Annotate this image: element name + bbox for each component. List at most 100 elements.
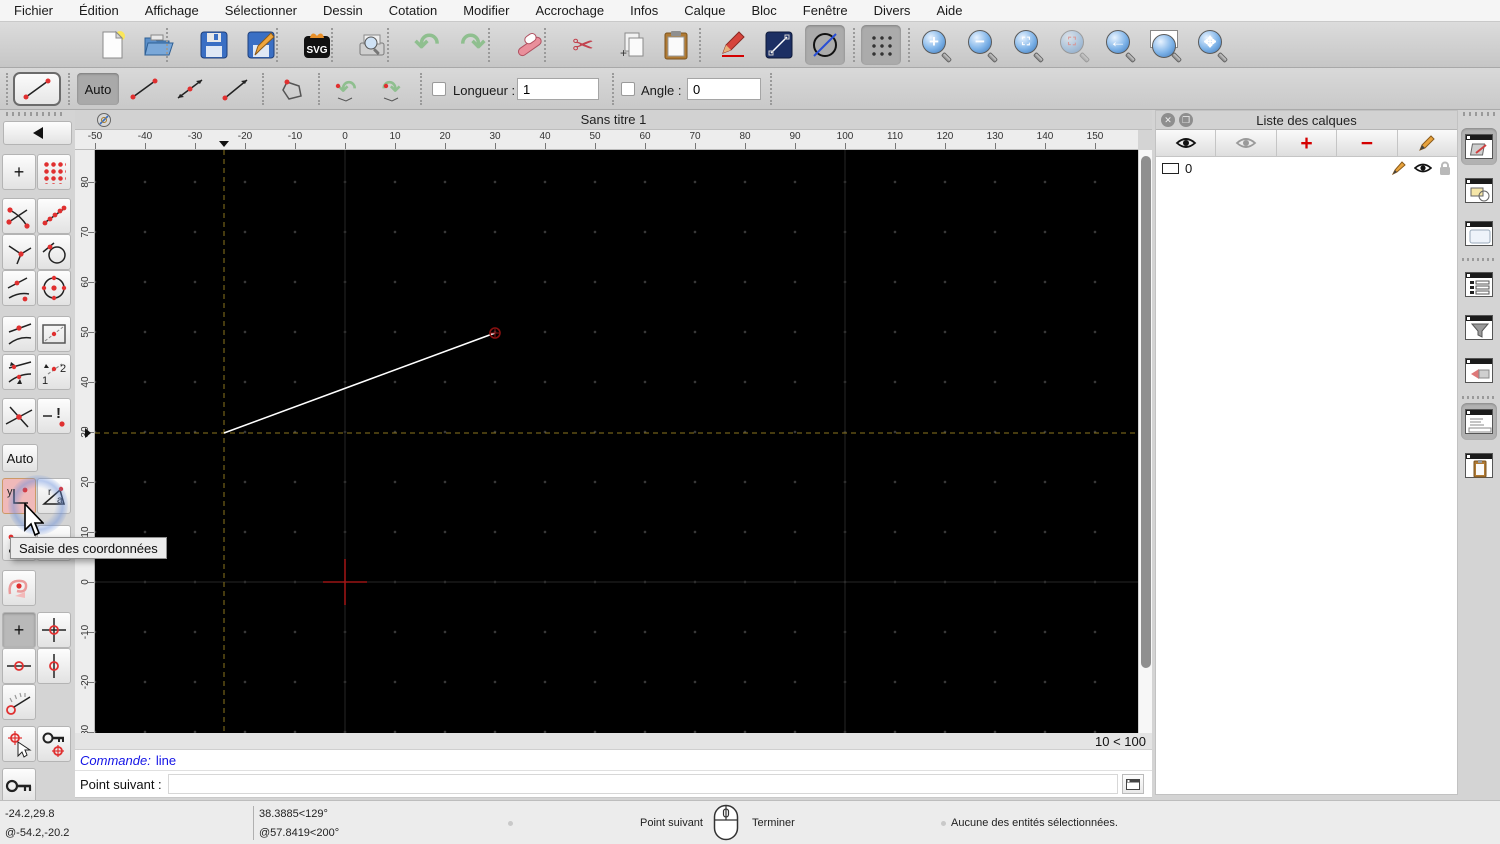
show-all-layers-button[interactable] bbox=[1156, 130, 1217, 156]
back-button[interactable] bbox=[3, 121, 72, 145]
snap-intersection-manual-button[interactable]: ! bbox=[37, 398, 71, 434]
menu-edition[interactable]: Édition bbox=[79, 3, 119, 18]
print-preview-button[interactable] bbox=[352, 25, 392, 65]
length-checkbox[interactable] bbox=[432, 82, 446, 96]
menu-aide[interactable]: Aide bbox=[936, 3, 962, 18]
menu-modifier[interactable]: Modifier bbox=[463, 3, 509, 18]
two-points-line-button[interactable] bbox=[123, 73, 165, 105]
restrict-entity-button[interactable] bbox=[2, 570, 36, 606]
lock-layer-button[interactable] bbox=[2, 768, 36, 804]
menu-bloc[interactable]: Bloc bbox=[751, 3, 776, 18]
drawing-canvas[interactable] bbox=[95, 150, 1138, 733]
angle-input[interactable] bbox=[687, 78, 761, 100]
snap-grid-button[interactable] bbox=[37, 154, 71, 190]
clipboard-dock-button[interactable] bbox=[1461, 447, 1497, 484]
draw-pen-button[interactable] bbox=[713, 25, 753, 65]
zoom-out-button[interactable]: − bbox=[963, 25, 1003, 65]
length-input[interactable] bbox=[517, 78, 599, 100]
save-as-button[interactable] bbox=[241, 25, 281, 65]
hide-all-layers-button[interactable] bbox=[1216, 130, 1277, 156]
command-widget-dock-button[interactable] bbox=[1461, 403, 1497, 440]
snap-middle-button[interactable] bbox=[2, 316, 36, 352]
snap-tangent-button[interactable] bbox=[37, 234, 71, 270]
new-file-button[interactable] bbox=[93, 25, 133, 65]
menu-accrochage[interactable]: Accrochage bbox=[535, 3, 604, 18]
menu-divers[interactable]: Divers bbox=[874, 3, 911, 18]
cut-button[interactable]: ✂ bbox=[563, 25, 603, 65]
entity-list-dock-button[interactable] bbox=[1461, 266, 1497, 303]
document-title-bar[interactable]: Sans titre 1 bbox=[75, 110, 1152, 130]
zoom-selected-button[interactable]: ⛶ bbox=[1055, 25, 1095, 65]
draft-mode-button[interactable] bbox=[805, 25, 845, 65]
zoom-in-button[interactable]: + bbox=[917, 25, 957, 65]
line-both-directions-button[interactable] bbox=[169, 73, 211, 105]
restrict-orthogonal-button[interactable] bbox=[37, 612, 71, 648]
auto-mode-button[interactable]: Auto bbox=[77, 73, 119, 105]
zoom-window-button[interactable] bbox=[1147, 25, 1187, 65]
menu-infos[interactable]: Infos bbox=[630, 3, 658, 18]
snap-center-button[interactable] bbox=[37, 270, 71, 306]
layer-color-swatch[interactable] bbox=[1162, 162, 1179, 174]
layer-edit-button[interactable] bbox=[1391, 160, 1407, 176]
entity-filter-dock-button[interactable] bbox=[1461, 309, 1497, 346]
redo-segment-button[interactable]: ↷ bbox=[372, 73, 414, 105]
add-layer-button[interactable]: + bbox=[1277, 130, 1338, 156]
snap-endpoint-button[interactable] bbox=[2, 198, 36, 234]
dock-handle[interactable] bbox=[1463, 112, 1495, 116]
ray-line-button[interactable] bbox=[215, 73, 257, 105]
menu-selectionner[interactable]: Sélectionner bbox=[225, 3, 297, 18]
snap-relative-button[interactable]: 12 bbox=[37, 354, 71, 390]
snap-intersection-button[interactable] bbox=[2, 398, 36, 434]
remove-layer-button[interactable]: − bbox=[1337, 130, 1398, 156]
menu-dessin[interactable]: Dessin bbox=[323, 3, 363, 18]
layer-lock-button[interactable] bbox=[1439, 161, 1451, 176]
undo-segment-button[interactable]: ↶ bbox=[326, 73, 368, 105]
block-list-dock-button[interactable] bbox=[1461, 172, 1497, 209]
save-button[interactable] bbox=[194, 25, 234, 65]
snap-on-entity-button[interactable] bbox=[37, 198, 71, 234]
layer-visibility-button[interactable] bbox=[1414, 162, 1432, 174]
restrict-nothing-button[interactable]: + bbox=[2, 612, 36, 648]
menu-calque[interactable]: Calque bbox=[684, 3, 725, 18]
menu-fichier[interactable]: Fichier bbox=[14, 3, 53, 18]
grid-toggle-button[interactable] bbox=[861, 25, 901, 65]
snap-free-button[interactable]: + bbox=[2, 154, 36, 190]
line-tool-button[interactable] bbox=[759, 25, 799, 65]
dock-handle[interactable] bbox=[6, 112, 66, 116]
restrict-vertical-button[interactable] bbox=[37, 648, 71, 684]
snap-perpendicular-button[interactable] bbox=[2, 234, 36, 270]
set-relative-zero-button[interactable] bbox=[2, 726, 36, 762]
redo-button[interactable]: ↷ bbox=[453, 25, 493, 65]
paste-button[interactable] bbox=[656, 25, 696, 65]
lock-relative-zero-button[interactable] bbox=[37, 726, 71, 762]
snap-auto-button[interactable]: Auto bbox=[2, 444, 38, 472]
selection-filter-dock-button[interactable] bbox=[1461, 352, 1497, 389]
snap-reference-button[interactable] bbox=[37, 316, 71, 352]
angle-checkbox[interactable] bbox=[621, 82, 635, 96]
snap-nearest-button[interactable] bbox=[2, 270, 36, 306]
edit-layer-button[interactable] bbox=[1398, 130, 1457, 156]
scrollbar-thumb[interactable] bbox=[1141, 156, 1151, 668]
polyline-button[interactable] bbox=[272, 73, 314, 105]
menu-fenetre[interactable]: Fenêtre bbox=[803, 3, 848, 18]
command-popout-button[interactable] bbox=[1121, 774, 1144, 794]
pan-button[interactable]: ✥ bbox=[1193, 25, 1233, 65]
restrict-horizontal-button[interactable] bbox=[2, 648, 36, 684]
undock-icon[interactable]: ❐ bbox=[1179, 113, 1193, 127]
zoom-auto-button[interactable]: ⛶ bbox=[1009, 25, 1049, 65]
library-browser-dock-button[interactable] bbox=[1461, 215, 1497, 252]
layer-row[interactable]: 0 bbox=[1156, 157, 1457, 179]
snap-distance-button[interactable] bbox=[2, 354, 36, 390]
undo-button[interactable]: ↶ bbox=[407, 25, 447, 65]
layer-list-dock-button[interactable] bbox=[1461, 128, 1497, 165]
delete-button[interactable] bbox=[509, 25, 549, 65]
vertical-scrollbar[interactable] bbox=[1138, 150, 1152, 733]
close-icon[interactable]: ✕ bbox=[1161, 113, 1175, 127]
menu-cotation[interactable]: Cotation bbox=[389, 3, 437, 18]
zoom-previous-button[interactable]: ← bbox=[1101, 25, 1141, 65]
copy-button[interactable]: + bbox=[610, 25, 650, 65]
command-input[interactable] bbox=[167, 774, 1118, 794]
active-line-tool-button[interactable] bbox=[13, 72, 61, 106]
snap-angle-button[interactable] bbox=[2, 684, 36, 720]
open-file-button[interactable] bbox=[139, 25, 179, 65]
